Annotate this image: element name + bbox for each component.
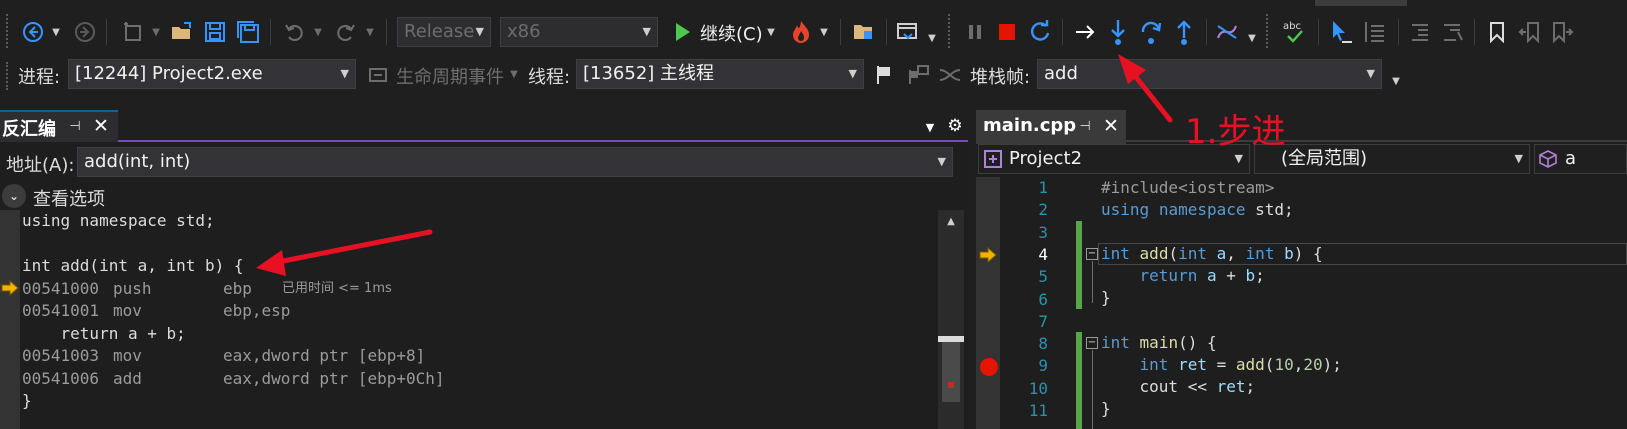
disasm-annotation-arrow: [275, 229, 433, 265]
annotation-label: 1.步进: [1185, 112, 1286, 152]
annotation-arrows: [256, 54, 1173, 276]
step-into-annotation-arrow: [1129, 69, 1173, 123]
